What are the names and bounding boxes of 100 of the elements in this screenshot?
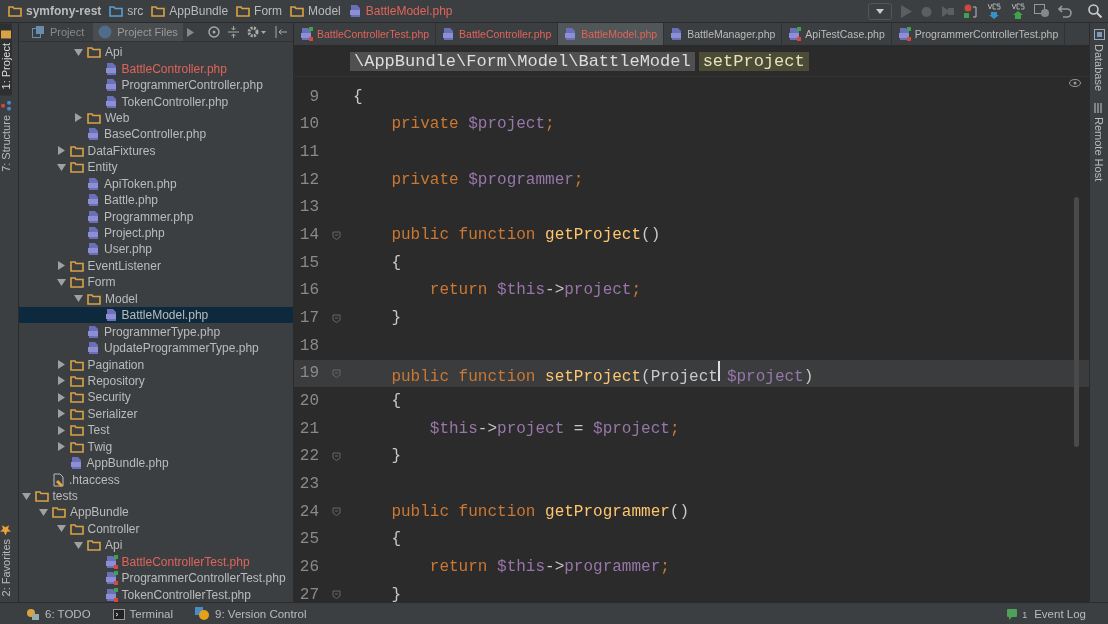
config-dropdown[interactable] bbox=[868, 2, 892, 20]
fold-marker-icon[interactable] bbox=[331, 590, 341, 600]
tree-item[interactable]: Test bbox=[19, 422, 293, 439]
tree-item[interactable]: Project.php bbox=[19, 224, 293, 242]
tree-item[interactable]: Pagination bbox=[19, 356, 293, 373]
tree-item[interactable]: EventListener bbox=[19, 257, 293, 275]
undo-icon[interactable] bbox=[1058, 4, 1072, 18]
tree-item[interactable]: BattleControllerTest.php bbox=[19, 553, 293, 570]
tool-window-tab[interactable]: Remote Host bbox=[1090, 97, 1108, 188]
fold-marker-icon[interactable] bbox=[331, 230, 341, 240]
editor-tab[interactable]: ApiTestCase.php bbox=[782, 23, 892, 45]
more-arrow-icon[interactable] bbox=[186, 27, 194, 37]
tool-window-tab[interactable]: Database bbox=[1090, 23, 1108, 98]
folder-icon bbox=[69, 144, 84, 157]
tree-item[interactable]: ProgrammerController.php bbox=[19, 76, 293, 94]
code-line: } bbox=[390, 309, 401, 328]
tree-item[interactable]: Twig bbox=[19, 438, 293, 455]
hide-panel-icon[interactable] bbox=[275, 26, 287, 38]
folder-icon bbox=[34, 490, 49, 503]
test-file-icon bbox=[300, 27, 313, 41]
php-file-icon bbox=[87, 127, 100, 142]
tree-item[interactable]: UpdateProgrammerType.php bbox=[19, 339, 293, 357]
nav-crumb[interactable]: Form bbox=[236, 4, 283, 18]
tool-window-tab[interactable]: 1: Project bbox=[0, 23, 12, 96]
scrollbar[interactable] bbox=[1074, 197, 1079, 447]
tree-item[interactable]: User.php bbox=[19, 241, 293, 258]
expanded-arrow-icon[interactable] bbox=[56, 162, 66, 172]
tree-item[interactable]: ProgrammerControllerTest.php bbox=[19, 570, 293, 587]
nav-crumb[interactable]: BattleModel.php bbox=[348, 4, 453, 18]
collapse-icon[interactable] bbox=[228, 26, 239, 38]
editor-tab[interactable]: ProgrammerControllerTest.php bbox=[891, 23, 1066, 45]
tool-window-tab[interactable]: 7: Structure bbox=[0, 95, 12, 179]
line-number: 11 bbox=[298, 143, 319, 162]
editor-tab[interactable]: BattleManager.php bbox=[664, 23, 783, 45]
nav-crumb[interactable]: AppBundle bbox=[151, 4, 229, 18]
database-icon bbox=[1093, 29, 1105, 40]
folder-icon bbox=[69, 358, 84, 371]
tree-item[interactable]: Model bbox=[19, 290, 293, 307]
folder-icon bbox=[151, 5, 166, 17]
compare-icon[interactable] bbox=[1034, 4, 1050, 18]
tree-item[interactable]: TokenController.php bbox=[19, 93, 293, 110]
tree-item[interactable]: Controller bbox=[19, 520, 293, 538]
panel-view-tab[interactable]: Project bbox=[27, 24, 90, 40]
expanded-arrow-icon[interactable] bbox=[74, 47, 83, 57]
tree-item[interactable]: tests bbox=[19, 487, 293, 505]
tree-item[interactable]: AppBundle bbox=[19, 504, 293, 521]
fold-marker-icon[interactable] bbox=[331, 451, 341, 461]
tree-item[interactable]: TokenControllerTest.php bbox=[19, 586, 293, 602]
nav-crumb[interactable]: Model bbox=[290, 4, 341, 18]
search-icon[interactable] bbox=[1088, 4, 1102, 18]
tree-item[interactable]: ProgrammerType.php bbox=[19, 323, 293, 340]
code-line: $this->project = $project; bbox=[428, 419, 680, 438]
line-number: 23 bbox=[298, 475, 319, 493]
eye-icon[interactable] bbox=[1069, 79, 1081, 87]
tree-item[interactable]: Api bbox=[19, 44, 293, 61]
tree-item[interactable]: Security bbox=[19, 389, 293, 406]
fold-marker-icon[interactable] bbox=[331, 507, 341, 517]
tree-item[interactable]: BattleModel.php bbox=[19, 307, 293, 324]
settings-icon[interactable] bbox=[247, 26, 267, 38]
todo-icon bbox=[26, 607, 40, 621]
fold-marker-icon[interactable] bbox=[331, 313, 341, 323]
nav-crumb[interactable]: src bbox=[109, 4, 144, 18]
tree-item[interactable]: .htaccess bbox=[19, 471, 293, 488]
fold-marker-icon[interactable] bbox=[331, 368, 341, 378]
folder-icon bbox=[52, 506, 66, 519]
config-file-icon bbox=[52, 472, 65, 487]
event-log-button[interactable]: Event Log bbox=[1034, 608, 1086, 620]
method-crumb[interactable]: setProject bbox=[698, 51, 809, 71]
vcs-commit-icon[interactable] bbox=[1010, 3, 1026, 19]
tree-item[interactable]: Web bbox=[19, 109, 293, 127]
class-crumb[interactable]: \AppBundle\Form\Model\BattleModel bbox=[350, 51, 695, 71]
tree-item[interactable]: BaseController.php bbox=[19, 126, 293, 143]
code-line: { bbox=[390, 530, 401, 549]
tree-item[interactable]: DataFixtures bbox=[19, 142, 293, 160]
php-file-icon bbox=[87, 341, 100, 356]
collapsed-arrow-icon[interactable] bbox=[74, 113, 83, 123]
code-line: return $this->project; bbox=[428, 281, 642, 300]
tree-item[interactable]: Form bbox=[19, 274, 293, 291]
tool-window-button[interactable]: 6: TODO bbox=[26, 607, 91, 621]
collapsed-arrow-icon[interactable] bbox=[56, 261, 66, 271]
tree-item[interactable]: Repository bbox=[19, 372, 293, 390]
tool-window-button[interactable]: Terminal bbox=[112, 608, 174, 620]
tree-item[interactable]: Api bbox=[19, 537, 293, 554]
php-file-icon bbox=[348, 4, 362, 18]
tree-item[interactable]: AppBundle.php bbox=[19, 454, 293, 472]
tool-window-button[interactable]: 9: Version Control bbox=[195, 607, 307, 621]
panel-view-tab[interactable]: Project Files bbox=[93, 23, 183, 41]
vcs-update-icon[interactable] bbox=[986, 3, 1002, 19]
collapsed-arrow-icon[interactable] bbox=[56, 146, 66, 156]
tree-item[interactable]: Serializer bbox=[19, 405, 293, 423]
tree-item[interactable]: Programmer.php bbox=[19, 208, 293, 225]
editor-tab[interactable]: BattleControllerTest.php bbox=[294, 23, 437, 45]
tree-item[interactable]: Entity bbox=[19, 159, 293, 176]
tree-item[interactable]: Battle.php bbox=[19, 191, 293, 209]
code-line: public function setProject(Project $project) bbox=[353, 360, 814, 386]
tree-item[interactable]: ApiToken.php bbox=[19, 175, 293, 192]
tree-item[interactable]: BattleController.php bbox=[19, 60, 293, 77]
tool-window-tab[interactable]: 2: Favorites bbox=[0, 517, 12, 602]
target-icon[interactable] bbox=[208, 26, 220, 38]
nav-crumb[interactable]: symfony-rest bbox=[8, 4, 102, 18]
